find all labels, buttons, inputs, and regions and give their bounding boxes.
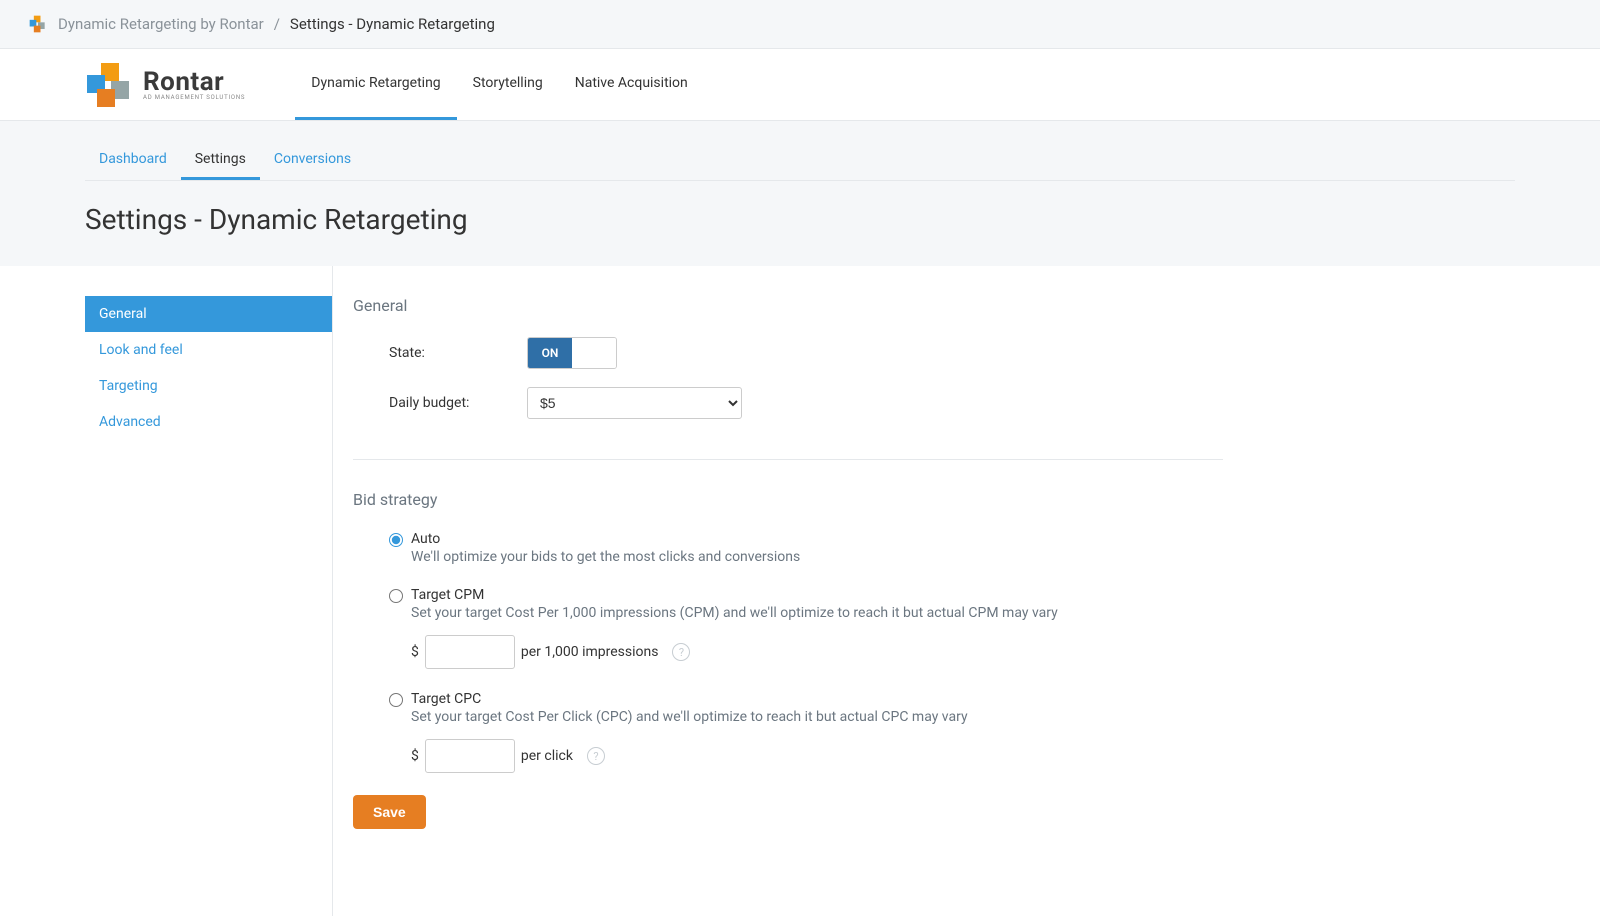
radio-auto-desc: We'll optimize your bids to get the most…: [411, 549, 1223, 565]
help-icon[interactable]: ?: [672, 643, 690, 661]
section-bid-strategy: Bid strategy: [353, 490, 1223, 509]
cpc-input-row: $ per click ?: [411, 739, 1223, 773]
toggle-off[interactable]: [572, 338, 616, 368]
radio-cpc-title: Target CPC: [411, 691, 481, 707]
logo[interactable]: Rontar AD MANAGEMENT SOLUTIONS: [85, 61, 245, 109]
cpm-suffix: per 1,000 impressions: [521, 644, 659, 660]
select-daily-budget[interactable]: $5: [527, 387, 742, 419]
sidebar-item-label: Advanced: [99, 414, 161, 430]
tab-label: Dashboard: [99, 151, 167, 167]
secondary-panel: Dashboard Settings Conversions Settings …: [0, 121, 1600, 266]
sidebar-item-advanced[interactable]: Advanced: [85, 404, 332, 440]
section-general: General: [353, 296, 1223, 315]
main-panel: General State: ON Daily budget: $5 Bid s…: [333, 266, 1243, 916]
bid-cpm: Target CPM Set your target Cost Per 1,00…: [353, 587, 1223, 669]
sidebar-item-label: Look and feel: [99, 342, 183, 358]
row-state: State: ON: [353, 337, 1223, 369]
sidebar: General Look and feel Targeting Advanced: [85, 266, 333, 916]
radio-cpm-desc: Set your target Cost Per 1,000 impressio…: [411, 605, 1223, 621]
secondary-tabs: Dashboard Settings Conversions: [85, 141, 1515, 181]
tab-label: Settings: [195, 151, 246, 167]
tab-settings[interactable]: Settings: [181, 141, 260, 180]
bid-auto: Auto We'll optimize your bids to get the…: [353, 531, 1223, 565]
radio-auto[interactable]: [389, 533, 403, 547]
nav-dynamic-retargeting[interactable]: Dynamic Retargeting: [295, 49, 456, 120]
cpc-input[interactable]: [425, 739, 515, 773]
sidebar-item-targeting[interactable]: Targeting: [85, 368, 332, 404]
radio-cpm[interactable]: [389, 589, 403, 603]
breadcrumb-app[interactable]: Dynamic Retargeting by Rontar: [58, 15, 264, 33]
row-daily-budget: Daily budget: $5: [353, 387, 1223, 419]
nav-label: Storytelling: [473, 75, 543, 91]
nav-label: Native Acquisition: [575, 75, 688, 91]
nav-storytelling[interactable]: Storytelling: [457, 49, 559, 120]
tab-conversions[interactable]: Conversions: [260, 141, 365, 180]
cpc-suffix: per click: [521, 748, 573, 764]
cpm-prefix: $: [411, 644, 419, 660]
toggle-on[interactable]: ON: [528, 338, 572, 368]
divider: [353, 459, 1223, 460]
breadcrumb-page: Settings - Dynamic Retargeting: [290, 15, 495, 33]
sidebar-item-label: Targeting: [99, 378, 158, 394]
logo-brand: Rontar: [143, 69, 245, 95]
breadcrumb-sep: /: [274, 15, 280, 33]
sidebar-item-look-and-feel[interactable]: Look and feel: [85, 332, 332, 368]
nav-label: Dynamic Retargeting: [311, 75, 440, 91]
app-icon: [28, 14, 48, 34]
radio-cpc[interactable]: [389, 693, 403, 707]
radio-cpc-desc: Set your target Cost Per Click (CPC) and…: [411, 709, 1223, 725]
sidebar-item-general[interactable]: General: [85, 296, 332, 332]
nav-native-acquisition[interactable]: Native Acquisition: [559, 49, 704, 120]
cpm-input-row: $ per 1,000 impressions ?: [411, 635, 1223, 669]
help-icon[interactable]: ?: [587, 747, 605, 765]
save-button[interactable]: Save: [353, 795, 426, 829]
label-state: State:: [389, 345, 527, 361]
state-toggle[interactable]: ON: [527, 337, 617, 369]
primary-nav: Rontar AD MANAGEMENT SOLUTIONS Dynamic R…: [0, 49, 1600, 121]
logo-icon: [85, 61, 133, 109]
radio-cpm-title: Target CPM: [411, 587, 484, 603]
sidebar-item-label: General: [99, 306, 147, 322]
content: General Look and feel Targeting Advanced…: [0, 266, 1600, 916]
label-daily-budget: Daily budget:: [389, 395, 527, 411]
page-title: Settings - Dynamic Retargeting: [85, 203, 1515, 236]
tab-label: Conversions: [274, 151, 351, 167]
cpc-prefix: $: [411, 748, 419, 764]
logo-tag: AD MANAGEMENT SOLUTIONS: [143, 95, 245, 101]
breadcrumb: Dynamic Retargeting by Rontar / Settings…: [0, 0, 1600, 49]
radio-auto-title: Auto: [411, 531, 440, 547]
bid-cpc: Target CPC Set your target Cost Per Clic…: [353, 691, 1223, 773]
tab-dashboard[interactable]: Dashboard: [85, 141, 181, 180]
cpm-input[interactable]: [425, 635, 515, 669]
